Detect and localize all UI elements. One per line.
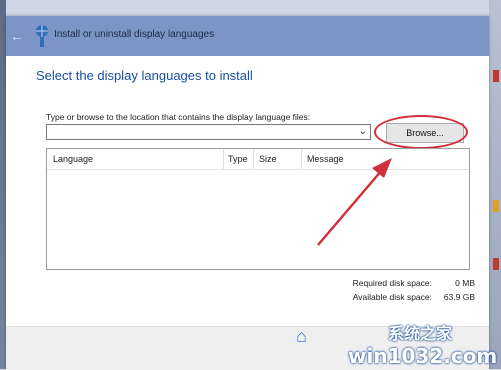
site-watermark: ⌂ 系统之家 win1032.com [296,318,498,368]
red-annotation-arrow [317,158,392,246]
house-logo-icon: ⌂ [296,326,307,346]
watermark-site-text: win1032.com [348,344,498,368]
watermark-chinese-text: 系统之家 [388,326,453,343]
